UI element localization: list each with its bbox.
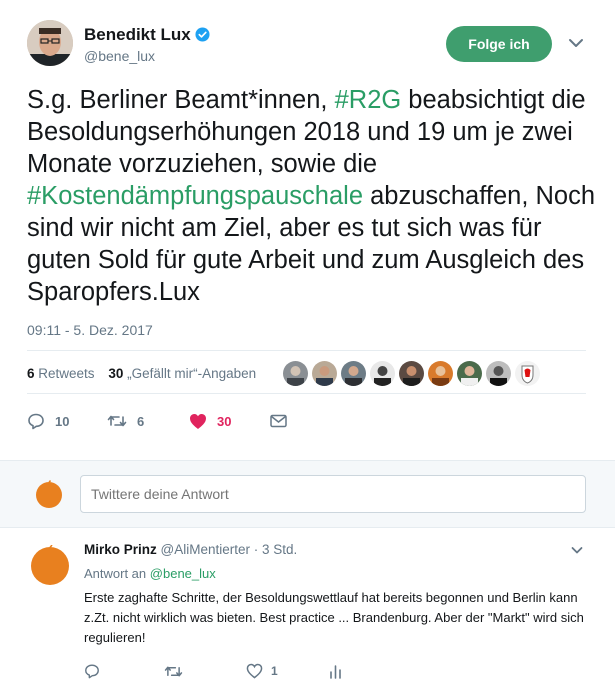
heart-icon — [190, 413, 206, 429]
chevron-down-icon[interactable] — [568, 37, 584, 49]
direct-message-button[interactable] — [270, 408, 297, 434]
reply-author-row[interactable]: Mirko Prinz @AliMentierter · 3 Std. — [84, 542, 297, 557]
retweet-icon — [107, 415, 127, 427]
chevron-down-icon[interactable] — [571, 546, 583, 555]
author-avatar[interactable] — [27, 20, 73, 66]
reply-author-avatar[interactable] — [30, 545, 70, 585]
author-name[interactable]: Benedikt Lux — [84, 25, 191, 44]
liker-avatar[interactable] — [341, 361, 366, 386]
liker-avatar[interactable] — [428, 361, 453, 386]
tweet-text: S.g. Berliner Beamt*innen, #R2G beabsich… — [27, 84, 597, 308]
liker-avatar[interactable] — [457, 361, 482, 386]
retweets-label: Retweets — [38, 366, 95, 381]
tweet-timestamp[interactable]: 09:11 - 5. Dez. 2017 — [27, 322, 153, 338]
reply-reply-button[interactable] — [84, 660, 108, 682]
reply-to-handle-link[interactable]: @bene_lux — [150, 566, 216, 581]
reply-to-line: Antwort an @bene_lux — [84, 566, 216, 581]
heart-outline-icon — [246, 663, 263, 679]
reply-to-prefix: Antwort an — [84, 566, 147, 581]
divider — [27, 393, 586, 394]
liker-avatar[interactable] — [486, 361, 511, 386]
reply-author-name[interactable]: Mirko Prinz — [84, 542, 157, 557]
reply-count: 10 — [55, 413, 70, 429]
retweets-stat[interactable]: 6 Retweets — [27, 366, 95, 381]
likes-count: 30 — [108, 366, 124, 381]
reply-like-count: 1 — [271, 664, 278, 678]
liker-avatar[interactable] — [515, 361, 540, 386]
author-name-row[interactable]: Benedikt Lux — [84, 25, 210, 45]
reply-retweet-button[interactable] — [164, 660, 191, 682]
reply-input[interactable] — [80, 475, 586, 513]
divider — [27, 350, 586, 351]
reply-icon — [28, 413, 44, 430]
envelope-icon — [270, 414, 287, 428]
retweet-count: 6 — [137, 413, 145, 429]
reply-like-button[interactable]: 1 — [246, 660, 278, 682]
analytics-icon — [330, 664, 341, 679]
retweet-button[interactable]: 6 — [107, 408, 144, 434]
reply-text: Erste zaghafte Schritte, der Besoldungsw… — [84, 590, 584, 645]
reply-analytics-button[interactable] — [329, 660, 350, 682]
author-handle[interactable]: @bene_lux — [84, 48, 155, 64]
liker-avatar[interactable] — [399, 361, 424, 386]
liker-avatars — [283, 361, 540, 387]
reply-time[interactable]: · 3 Std. — [254, 542, 298, 557]
retweet-icon — [164, 666, 183, 676]
liker-avatar[interactable] — [312, 361, 337, 386]
user-avatar[interactable] — [35, 480, 63, 508]
reply-author-handle[interactable]: @AliMentierter — [161, 542, 250, 557]
reply-button[interactable]: 10 — [27, 408, 69, 434]
liker-avatar[interactable] — [370, 361, 395, 386]
likes-stat[interactable]: 30 „Gefällt mir“-Angaben — [108, 366, 256, 381]
hashtag-link[interactable]: #Kostendämpfungspauschale — [27, 182, 363, 210]
like-count: 30 — [217, 413, 232, 429]
hashtag-link[interactable]: #R2G — [335, 86, 402, 114]
follow-button[interactable]: Folge ich — [446, 26, 552, 62]
retweets-count: 6 — [27, 366, 35, 381]
verified-badge-icon — [195, 27, 210, 42]
reply-icon — [85, 664, 99, 679]
liker-avatar[interactable] — [283, 361, 308, 386]
like-button[interactable]: 30 — [189, 408, 231, 434]
tweet-stats: 6 Retweets 30 „Gefällt mir“-Angaben — [27, 366, 256, 381]
tweet-text-part: S.g. Berliner Beamt*innen, — [27, 86, 335, 114]
likes-label: „Gefällt mir“-Angaben — [127, 366, 257, 381]
